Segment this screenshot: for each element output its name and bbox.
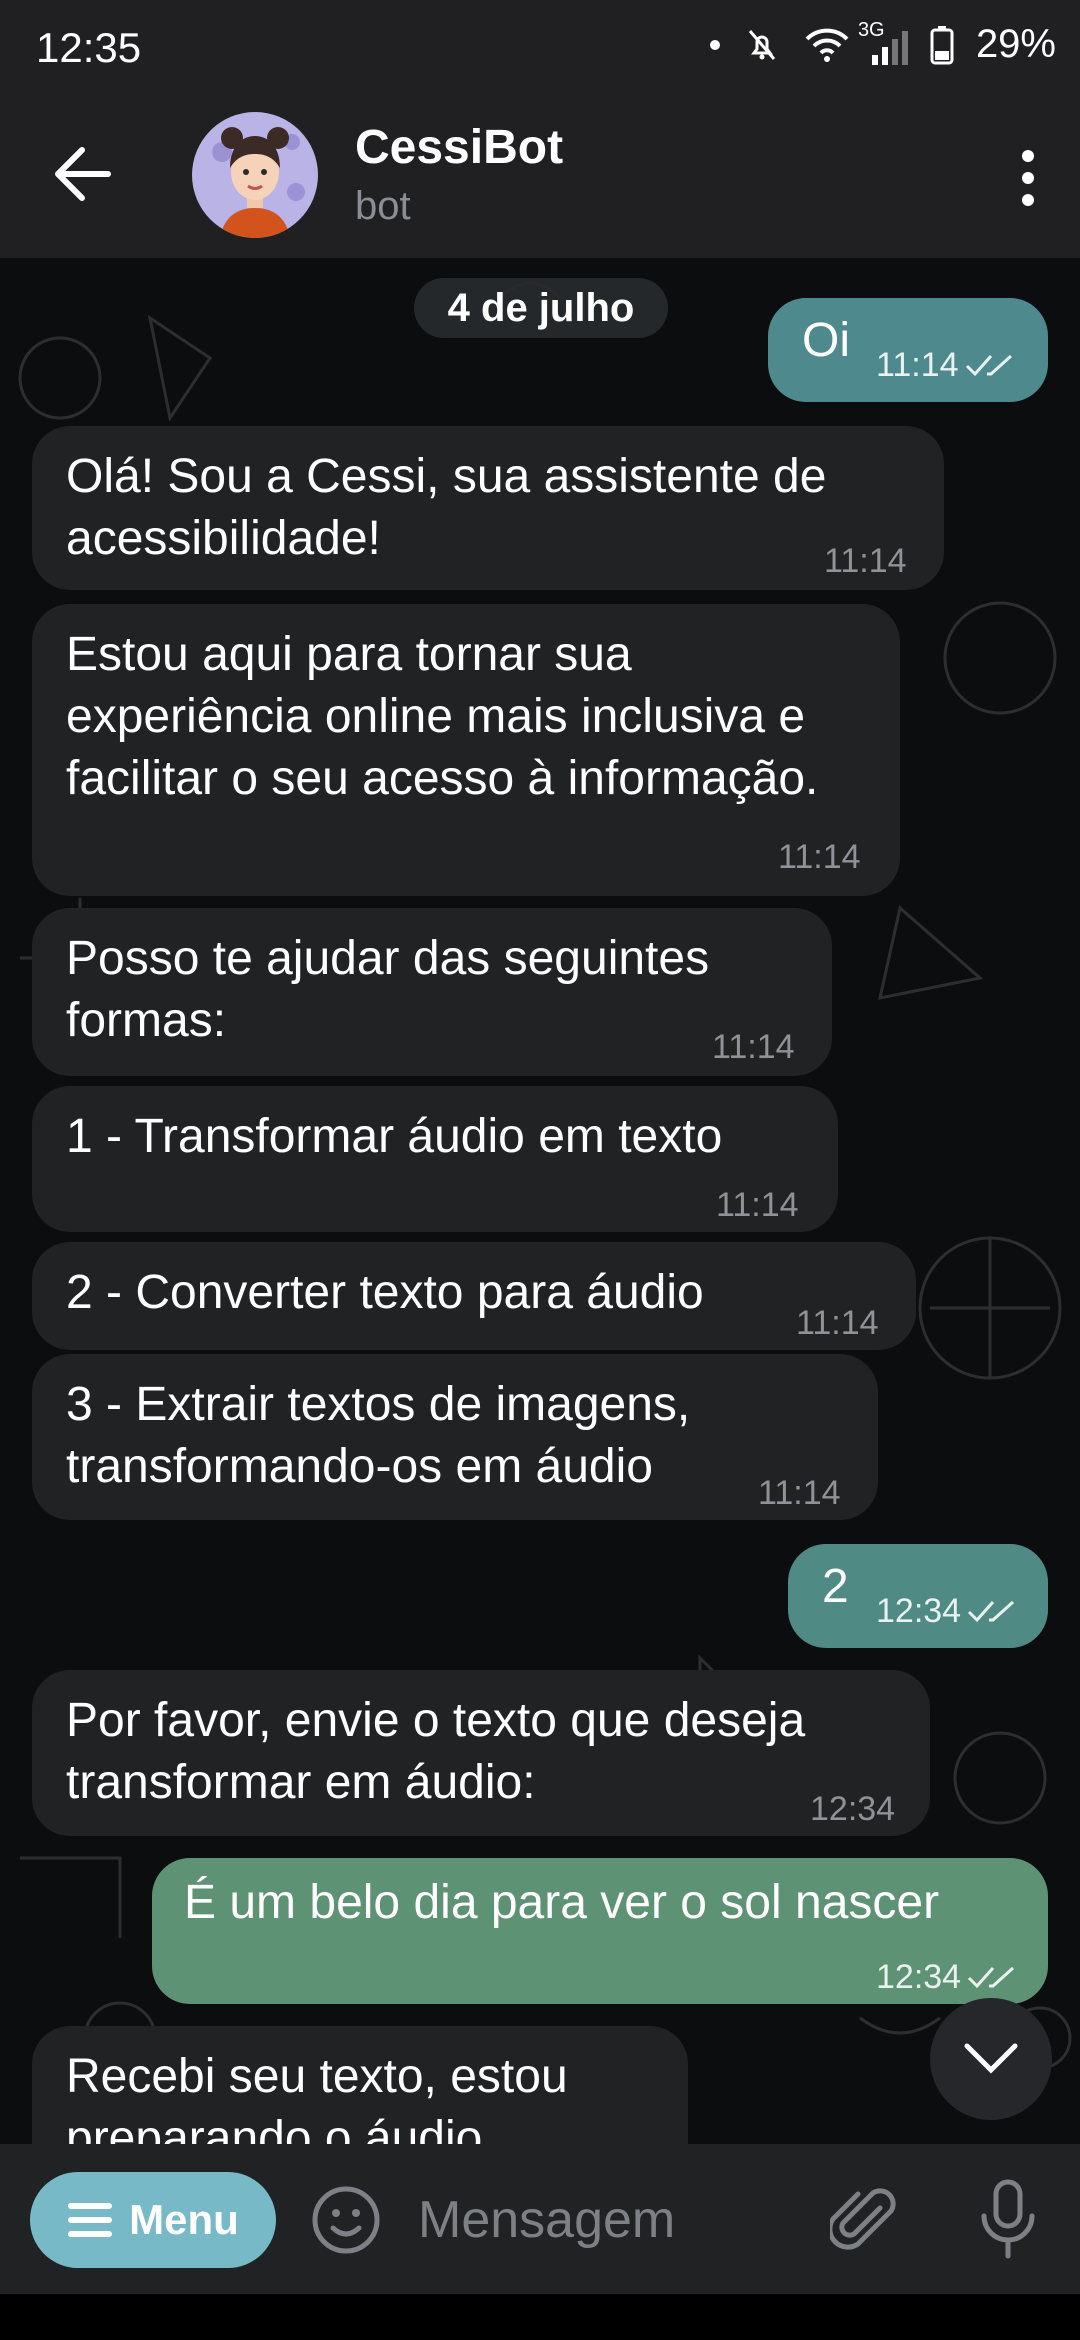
message-meta: 12:34 xyxy=(876,1580,1019,1642)
message-text: Oi xyxy=(802,314,850,367)
status-time: 12:35 xyxy=(36,24,142,71)
chat-area[interactable]: 4 de julho Oi 11:14 Olá! Sou a Cessi, su… xyxy=(0,258,1080,2144)
message-text: É um belo dia para ver o sol nascer xyxy=(184,1876,940,1929)
bot-avatar[interactable] xyxy=(192,112,318,238)
incoming-message[interactable]: Estou aqui para tornar sua experiência o… xyxy=(32,604,900,896)
attach-icon[interactable] xyxy=(830,2182,900,2258)
incoming-message[interactable]: Olá! Sou a Cessi, sua assistente de aces… xyxy=(32,426,944,590)
emoji-icon[interactable] xyxy=(310,2184,382,2256)
signal-icon: 3G xyxy=(858,19,908,65)
more-options-icon[interactable] xyxy=(1018,148,1038,208)
message-time: 11:14 xyxy=(778,838,861,876)
outgoing-message[interactable]: Oi 11:14 xyxy=(768,298,1048,402)
back-arrow-icon[interactable] xyxy=(50,144,116,204)
hamburger-icon xyxy=(68,2203,113,2237)
menu-button[interactable]: Menu xyxy=(30,2172,276,2268)
message-input-bar: Menu Mensagem xyxy=(0,2144,1080,2294)
wifi-icon xyxy=(805,28,849,62)
avatar-illustration-icon xyxy=(192,112,318,238)
message-text: Recebi seu texto, estou preparando o áud… xyxy=(66,2050,568,2144)
message-meta: 11:14 xyxy=(876,334,1017,396)
message-time: 11:14 xyxy=(758,1474,841,1512)
message-text: Posso te ajudar das seguintes formas: xyxy=(66,932,710,1047)
chat-title[interactable]: CessiBot xyxy=(355,120,563,175)
incoming-message[interactable]: 2 - Converter texto para áudio 11:14 xyxy=(32,1242,916,1350)
message-time: 11:14 xyxy=(876,346,959,384)
incoming-message[interactable]: 3 - Extrair textos de imagens, transform… xyxy=(32,1354,878,1520)
double-check-icon xyxy=(968,1966,1015,1989)
chat-header: CessiBot bot xyxy=(0,92,1080,258)
chevron-down-icon xyxy=(964,2043,1018,2074)
status-icons: 3G 29% xyxy=(709,19,1056,67)
battery-icon xyxy=(930,25,954,64)
incoming-message[interactable]: Posso te ajudar das seguintes formas: 11… xyxy=(32,908,832,1076)
message-text: Por favor, envie o texto que deseja tran… xyxy=(66,1694,806,1809)
message-time: 12:34 xyxy=(810,1790,896,1828)
incoming-message[interactable]: Por favor, envie o texto que deseja tran… xyxy=(32,1670,930,1836)
double-check-icon xyxy=(965,354,1012,377)
message-text: 2 - Converter texto para áudio xyxy=(66,1266,704,1319)
message-text: 1 - Transformar áudio em texto xyxy=(66,1110,723,1163)
message-time: 12:34 xyxy=(876,1958,962,1996)
message-text: 2 xyxy=(822,1560,849,1613)
message-input[interactable]: Mensagem xyxy=(418,2190,675,2250)
message-text: Estou aqui para tornar sua experiência o… xyxy=(66,628,819,805)
message-time: 12:34 xyxy=(876,1592,962,1630)
chat-subtitle: bot xyxy=(355,184,411,228)
double-check-icon xyxy=(968,1600,1015,1623)
microphone-icon[interactable] xyxy=(978,2178,1038,2260)
message-time: 11:14 xyxy=(824,542,907,580)
date-chip: 4 de julho xyxy=(414,278,668,338)
message-text: Olá! Sou a Cessi, sua assistente de aces… xyxy=(66,450,827,565)
network-type: 3G xyxy=(857,18,885,41)
battery-percent: 29% xyxy=(975,22,1056,66)
message-time: 11:14 xyxy=(712,1028,795,1066)
system-nav-bar xyxy=(0,2294,1080,2340)
incoming-message[interactable]: 1 - Transformar áudio em texto 11:14 xyxy=(32,1086,838,1232)
scroll-down-button[interactable] xyxy=(930,1998,1052,2120)
notification-dot-icon xyxy=(709,39,720,50)
message-time: 11:14 xyxy=(796,1304,879,1342)
message-time: 11:14 xyxy=(716,1186,799,1224)
mute-bell-icon xyxy=(748,29,776,60)
message-text: 3 - Extrair textos de imagens, transform… xyxy=(66,1378,691,1493)
outgoing-message[interactable]: 2 12:34 xyxy=(788,1544,1048,1648)
incoming-message[interactable]: Recebi seu texto, estou preparando o áud… xyxy=(32,2026,688,2144)
menu-label: Menu xyxy=(129,2196,239,2243)
status-bar: 12:35 3G 29% xyxy=(0,0,1080,92)
outgoing-message[interactable]: É um belo dia para ver o sol nascer 12:3… xyxy=(152,1858,1048,2004)
